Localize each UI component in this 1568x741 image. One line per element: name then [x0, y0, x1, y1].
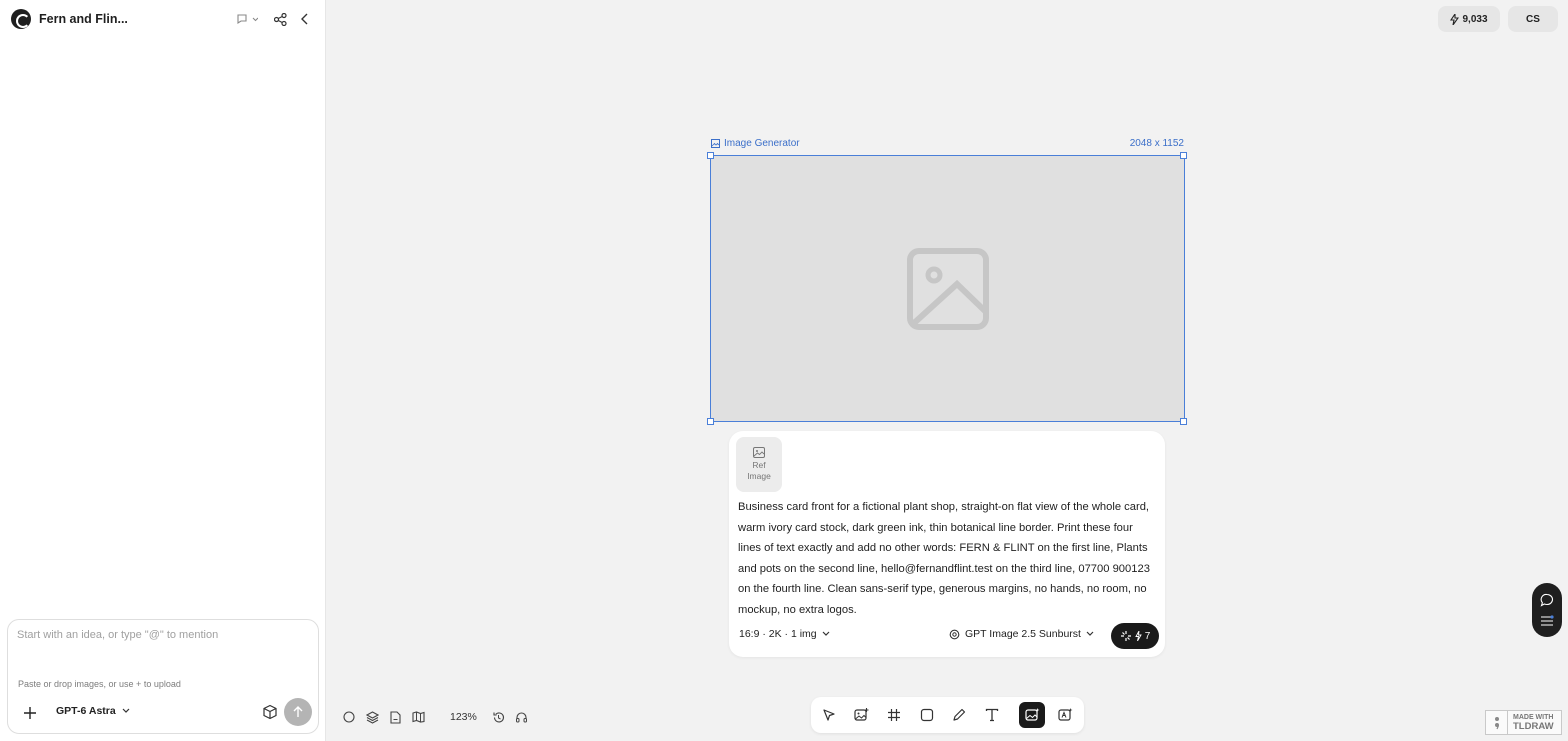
user-avatar[interactable]: CS — [1508, 6, 1558, 32]
frame-label[interactable]: Image Generator — [711, 138, 800, 149]
project-title[interactable]: Fern and Flin... — [39, 12, 128, 26]
openai-icon — [949, 629, 960, 639]
image-add-tool-icon[interactable] — [848, 702, 874, 728]
map-icon[interactable] — [410, 709, 426, 725]
chevron-down-icon — [1086, 631, 1094, 636]
floating-chat-widget[interactable] — [1532, 583, 1562, 637]
select-tool-icon[interactable] — [816, 702, 842, 728]
image-model-dropdown[interactable]: GPT Image 2.5 Sunburst — [949, 628, 1094, 640]
image-icon — [711, 139, 720, 148]
watermark-line-2: TLDRAW — [1513, 720, 1554, 732]
ref-image-button[interactable]: Ref Image — [736, 437, 782, 492]
ref-image-label-1: Ref — [752, 460, 766, 470]
resize-handle-se[interactable] — [1180, 418, 1187, 425]
list-icon — [1541, 615, 1554, 626]
rectangle-tool-icon[interactable] — [914, 702, 940, 728]
document-icon[interactable] — [387, 709, 403, 725]
sidebar-header: Fern and Flin... — [0, 0, 326, 40]
tldraw-logo-icon — [1486, 711, 1508, 734]
chevron-down-icon — [822, 631, 830, 636]
add-attachment-button[interactable] — [20, 703, 40, 723]
headset-icon[interactable] — [513, 709, 529, 725]
chat-bubble-icon — [1540, 593, 1553, 607]
prompt-card: Ref Image Business card front for a fict… — [729, 431, 1165, 657]
arrow-up-icon — [293, 706, 303, 717]
cube-icon[interactable] — [262, 704, 280, 722]
image-generator-frame[interactable] — [710, 155, 1185, 422]
circle-icon[interactable] — [341, 709, 357, 725]
ai-edit-tool-icon[interactable] — [1052, 702, 1078, 728]
bolt-icon — [1134, 631, 1142, 641]
credits-badge[interactable]: 9,033 — [1438, 6, 1500, 32]
model-label: GPT-6 Astra — [56, 705, 116, 717]
comment-dropdown-icon[interactable] — [236, 10, 258, 28]
cost-label: 7 — [1144, 630, 1151, 642]
pencil-tool-icon[interactable] — [946, 702, 972, 728]
resize-handle-sw[interactable] — [707, 418, 714, 425]
collapse-sidebar-icon[interactable] — [300, 10, 310, 28]
app-logo[interactable] — [11, 9, 31, 29]
frame-dimensions: 2048 x 1152 — [1129, 138, 1184, 149]
credits-count: 9,033 — [1462, 13, 1488, 25]
prompt-textarea[interactable]: Business card front for a fictional plan… — [738, 497, 1158, 620]
layers-icon[interactable] — [364, 709, 380, 725]
chevron-down-icon — [122, 708, 130, 713]
settings-label: 16:9 · 2K · 1 img — [739, 628, 817, 640]
resize-handle-nw[interactable] — [707, 152, 714, 159]
history-icon[interactable] — [490, 709, 506, 725]
model-selector[interactable]: GPT-6 Astra — [56, 705, 130, 717]
generate-button[interactable]: 7 — [1111, 623, 1159, 649]
chat-composer: Paste or drop images, or use + to upload… — [7, 619, 319, 734]
zoom-level[interactable]: 123% — [450, 711, 477, 723]
image-generator-tool-icon[interactable] — [1019, 702, 1045, 728]
frame-tool-icon[interactable] — [881, 702, 907, 728]
image-icon — [753, 447, 765, 458]
frame-label-text: Image Generator — [724, 138, 800, 149]
generation-settings-dropdown[interactable]: 16:9 · 2K · 1 img — [739, 628, 830, 640]
sparkle-icon — [1120, 631, 1131, 641]
share-icon[interactable] — [274, 10, 287, 28]
bolt-icon — [1450, 13, 1460, 25]
text-tool-icon[interactable] — [979, 702, 1005, 728]
canvas-toolbar — [811, 697, 1084, 733]
ref-image-label-2: Image — [747, 471, 771, 481]
tldraw-watermark[interactable]: MADE WITH TLDRAW — [1485, 710, 1562, 735]
chat-input[interactable] — [17, 629, 307, 641]
send-button[interactable] — [284, 698, 312, 726]
sidebar: Fern and Flin... Paste or drop images, o… — [0, 0, 326, 741]
image-model-label: GPT Image 2.5 Sunburst — [965, 628, 1081, 640]
composer-hint: Paste or drop images, or use + to upload — [18, 679, 181, 689]
image-placeholder-icon — [907, 248, 989, 330]
resize-handle-ne[interactable] — [1180, 152, 1187, 159]
